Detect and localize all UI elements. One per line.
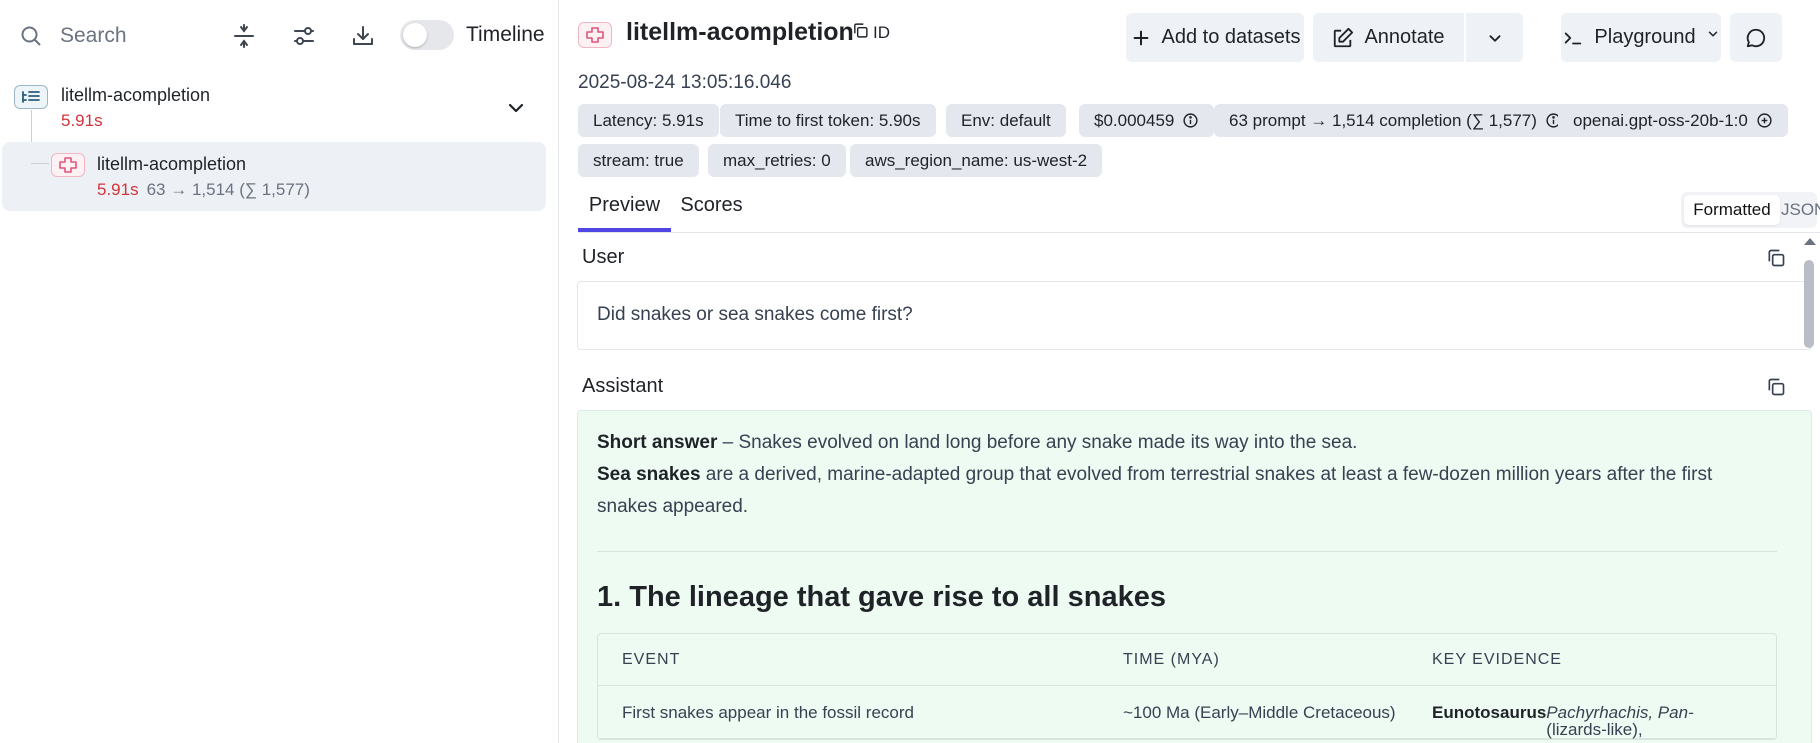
tree-root-name: litellm-acompletion [61, 85, 211, 105]
annotate-label: Annotate [1364, 26, 1445, 48]
short-answer-paragraph: Short answer – Snakes evolved on land lo… [597, 427, 1777, 459]
chevron-down-icon[interactable] [504, 96, 528, 120]
comments-button[interactable] [1730, 13, 1782, 62]
latency-value: Latency: 5.91s [593, 110, 704, 130]
env-value: Env: default [961, 110, 1051, 130]
chevron-down-icon [1706, 27, 1720, 49]
tree-child-name: litellm-acompletion [97, 154, 247, 174]
terminal-icon [1562, 27, 1584, 49]
generation-icon [578, 22, 612, 48]
ttft-badge: Time to first token: 5.90s [720, 104, 936, 137]
chevron-down-icon [1484, 27, 1506, 49]
assistant-message: Short answer – Snakes evolved on land lo… [577, 410, 1812, 743]
latency-badge: Latency: 5.91s [578, 104, 719, 137]
vertical-scrollbar[interactable] [1800, 234, 1820, 743]
max-retries-badge: max_retries: 0 [708, 144, 846, 177]
comment-icon [1745, 27, 1767, 49]
plus-icon [1130, 27, 1152, 49]
tokens-value: 63 prompt → 1,514 completion (∑ 1,577) [1229, 110, 1537, 130]
env-badge: Env: default [946, 104, 1066, 137]
copy-id-button[interactable]: ID [852, 22, 890, 44]
span-title: litellm-acompletion [626, 18, 854, 46]
scroll-up-arrow-icon[interactable] [1804, 238, 1816, 245]
plus-circle-icon[interactable] [1756, 112, 1773, 129]
trace-list-icon [14, 85, 48, 109]
short-answer-label: Short answer [597, 432, 718, 453]
copy-icon[interactable] [1766, 248, 1788, 270]
column-header-evidence: KEY EVIDENCE [1432, 651, 1562, 668]
search-input[interactable] [60, 18, 210, 54]
tab-scores[interactable]: Scores [675, 194, 748, 232]
timeline-toggle[interactable] [400, 20, 454, 50]
cell-evidence-plain: (lizards-like), [1546, 720, 1643, 739]
sea-snakes-label: Sea snakes [597, 464, 701, 485]
table-row: First snakes appear in the fossil record… [598, 686, 1776, 739]
max-retries-value: max_retries: 0 [723, 150, 831, 170]
ttft-value: Time to first token: 5.90s [735, 110, 921, 130]
user-role-label: User [582, 246, 625, 268]
view-mode-toggle: Formatted JSON [1681, 192, 1820, 228]
detail-tabs: Preview Scores Formatted JSON [578, 186, 1820, 233]
timeline-label: Timeline [466, 23, 545, 46]
tree-child-meta: 5.91s 63 → 1,514 (∑ 1,577) [97, 180, 310, 200]
section-divider [597, 551, 1777, 552]
table-header: EVENT TIME (MYA) KEY EVIDENCE [598, 634, 1776, 686]
column-header-time: TIME (MYA) [1123, 651, 1220, 668]
view-formatted-option[interactable]: Formatted [1684, 195, 1780, 225]
annotate-button[interactable]: Annotate [1313, 13, 1464, 62]
cost-badge[interactable]: $0.000459 [1079, 104, 1215, 137]
tree-root-duration: 5.91s [61, 111, 103, 130]
trace-tree-panel: Timeline litellm-acompletion 5.91s litel… [0, 0, 559, 743]
playground-label: Playground [1594, 26, 1696, 48]
annotate-dropdown-button[interactable] [1466, 13, 1523, 62]
span-detail-panel: litellm-acompletion ID 2025-08-24 13:05:… [560, 0, 1820, 743]
filter-settings-icon[interactable] [290, 22, 318, 50]
model-badge[interactable]: openai.gpt-oss-20b-1:0 [1558, 104, 1788, 137]
tree-child-tokens: 63 → 1,514 (∑ 1,577) [146, 180, 310, 199]
span-timestamp: 2025-08-24 13:05:16.046 [578, 72, 792, 93]
copy-id-label: ID [873, 23, 890, 42]
section-heading: 1. The lineage that gave rise to all sna… [597, 581, 1166, 613]
tab-preview[interactable]: Preview [578, 194, 671, 232]
tree-root-span[interactable]: litellm-acompletion 5.91s [0, 78, 559, 140]
cell-evidence-bold: Eunotosaurus [1432, 703, 1547, 722]
short-answer-text: – Snakes evolved on land long before any… [717, 432, 1358, 453]
column-header-event: EVENT [622, 651, 681, 668]
lineage-table: EVENT TIME (MYA) KEY EVIDENCE First snak… [597, 633, 1777, 740]
edit-icon [1332, 27, 1354, 49]
sea-snakes-text: are a derived, marine-adapted group that… [597, 464, 1713, 517]
tokens-badge[interactable]: 63 prompt → 1,514 completion (∑ 1,577) [1214, 104, 1577, 137]
download-icon[interactable] [349, 22, 377, 50]
copy-icon [852, 22, 869, 44]
tree-child-duration: 5.91s [97, 180, 139, 199]
view-json-option[interactable]: JSON [1781, 195, 1820, 225]
search-icon [19, 24, 43, 48]
trace-toolbar: Timeline [0, 0, 559, 70]
cell-event: First snakes appear in the fossil record [622, 703, 914, 722]
add-to-datasets-button[interactable]: Add to datasets [1126, 13, 1304, 62]
collapse-all-icon[interactable] [230, 22, 258, 50]
model-value: openai.gpt-oss-20b-1:0 [1573, 110, 1748, 130]
tree-connector-branch [31, 163, 49, 164]
generation-icon [51, 153, 85, 177]
message-preview: User Did snakes or sea snakes come first… [560, 234, 1820, 743]
playground-button[interactable]: Playground [1561, 13, 1721, 62]
copy-icon[interactable] [1766, 377, 1788, 399]
stream-badge: stream: true [578, 144, 699, 177]
stream-value: stream: true [593, 150, 684, 170]
cell-evidence: Eunotosaurus (lizards-like), Pachyrhachi… [1432, 703, 1694, 739]
user-message: Did snakes or sea snakes come first? [577, 281, 1812, 350]
region-badge: aws_region_name: us-west-2 [850, 144, 1103, 177]
assistant-role-label: Assistant [582, 375, 664, 397]
add-to-datasets-label: Add to datasets [1161, 26, 1301, 48]
sea-snakes-paragraph: Sea snakes are a derived, marine-adapted… [597, 459, 1777, 523]
cell-time: ~100 Ma (Early–Middle Cretaceous) [1123, 703, 1396, 722]
user-message-text: Did snakes or sea snakes come first? [597, 304, 913, 325]
info-icon[interactable] [1182, 112, 1199, 129]
region-value: aws_region_name: us-west-2 [865, 150, 1088, 170]
cost-value: $0.000459 [1094, 110, 1175, 130]
tree-child-span[interactable]: litellm-acompletion 5.91s 63 → 1,514 (∑ 1… [2, 142, 546, 211]
toggle-knob [403, 23, 427, 47]
scrollbar-thumb[interactable] [1804, 260, 1814, 348]
